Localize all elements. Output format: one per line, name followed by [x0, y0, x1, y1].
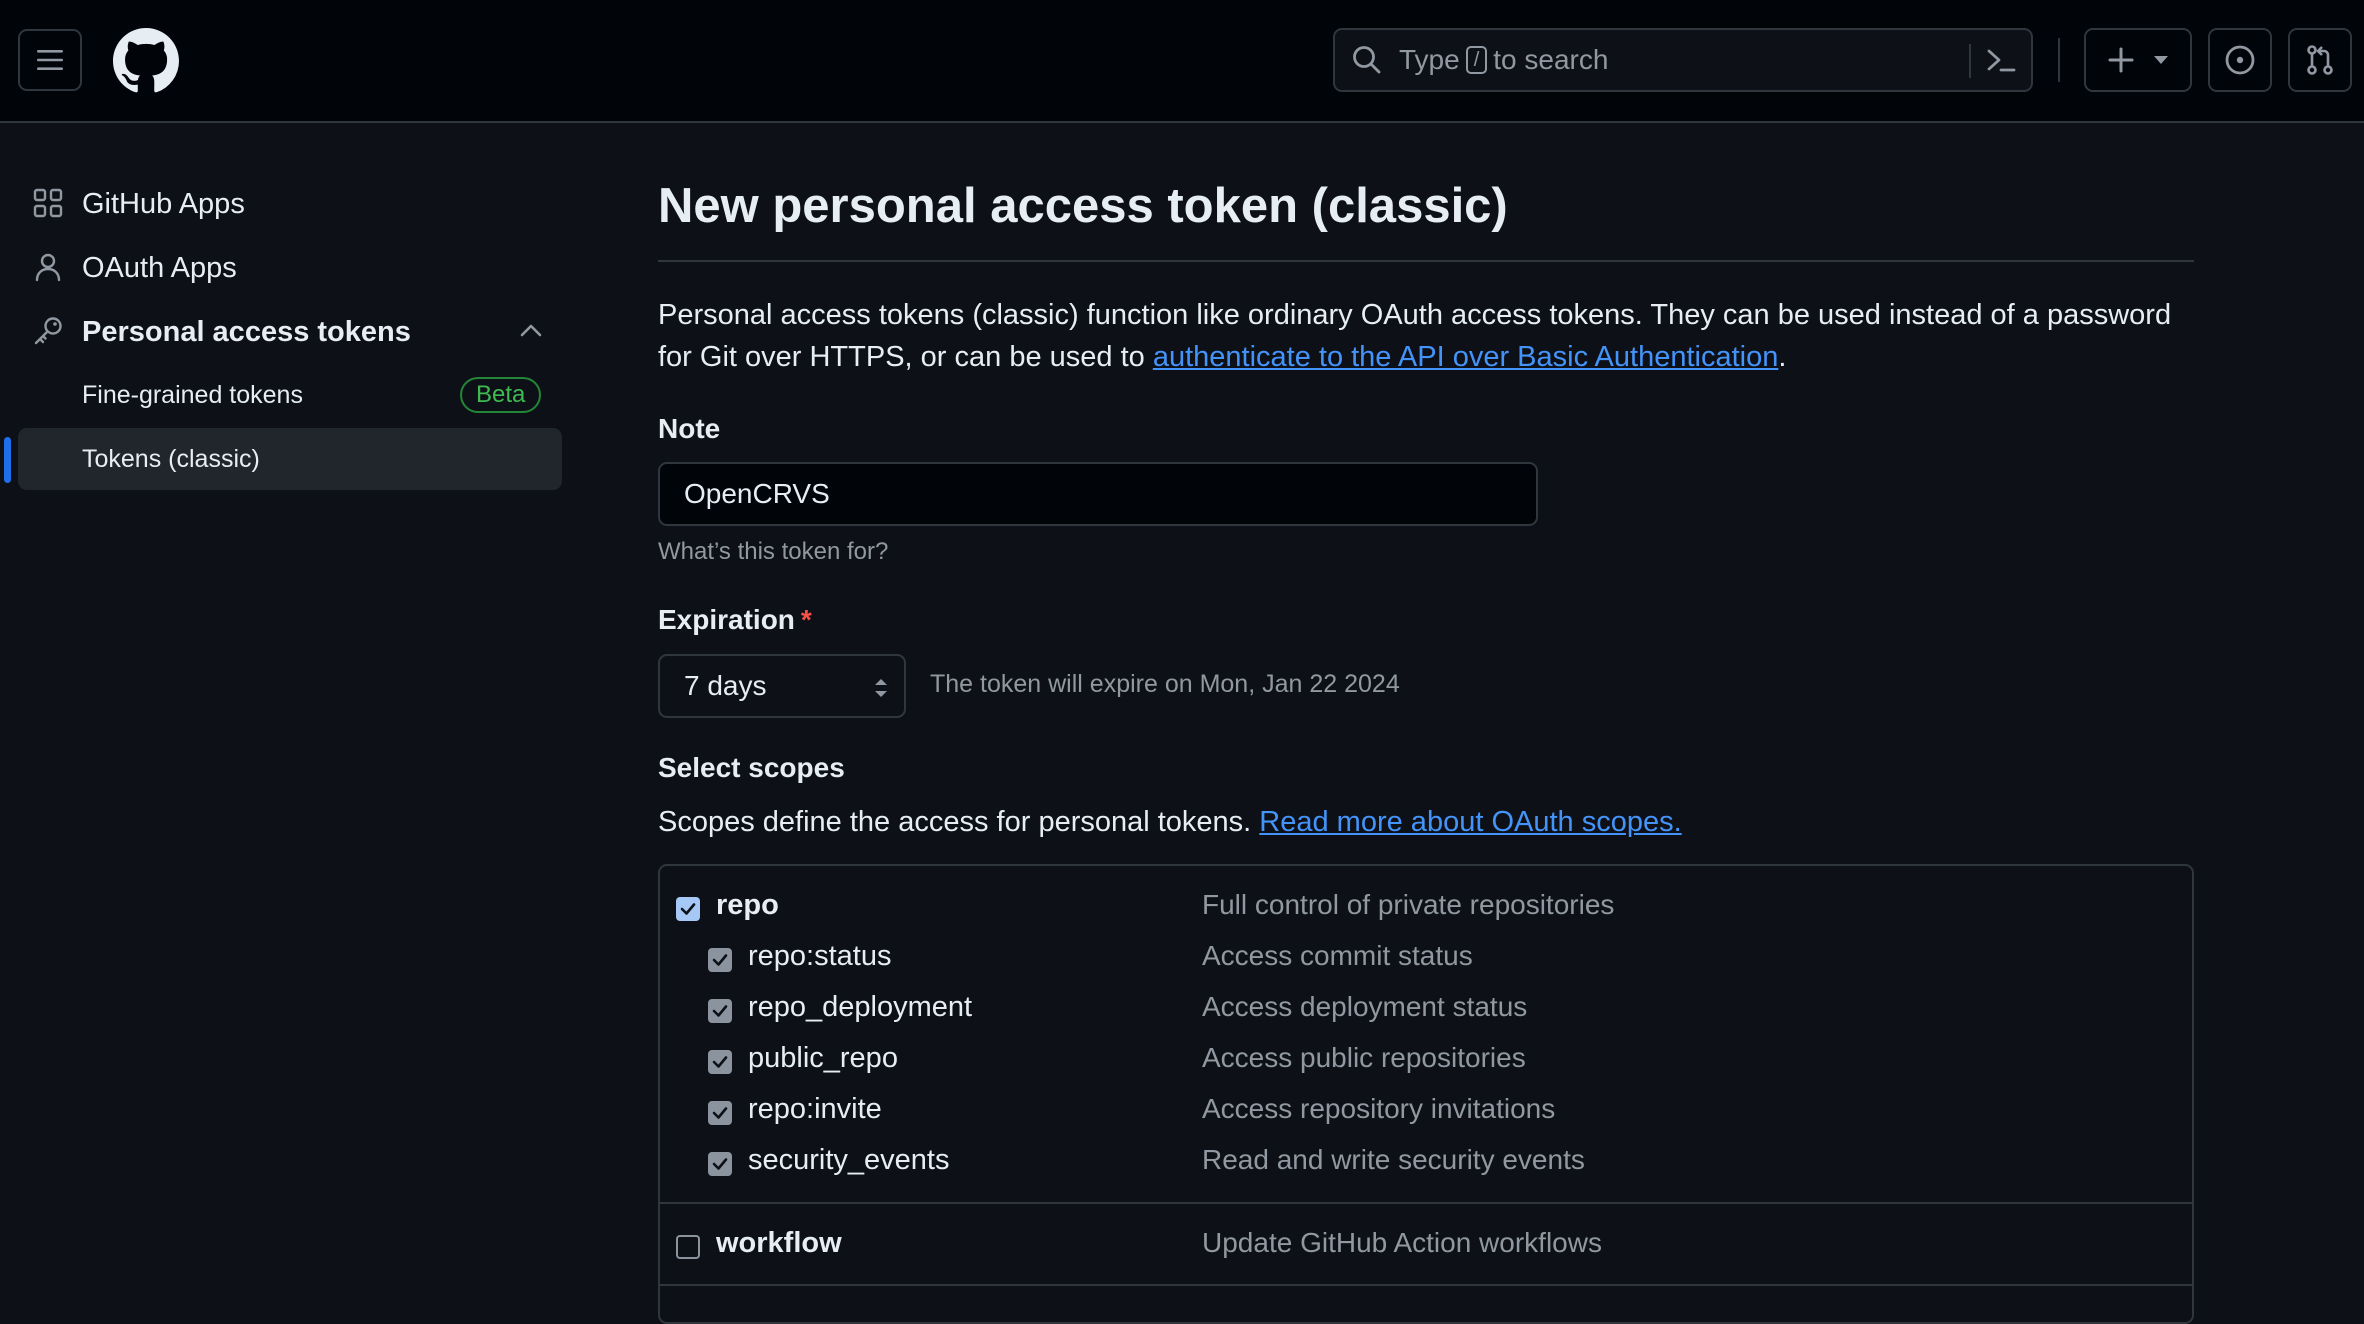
note-input[interactable] — [658, 462, 1538, 526]
check-icon — [712, 1005, 728, 1017]
issues-button[interactable] — [2208, 28, 2272, 92]
expiration-note: The token will expire on Mon, Jan 22 202… — [930, 670, 1400, 698]
sidebar-item-oauth-apps[interactable]: OAuth Apps — [18, 237, 562, 299]
sidebar-item-label: Personal access tokens — [82, 315, 411, 348]
search-input[interactable]: Type / to search — [1333, 28, 2033, 92]
intro-text: Personal access tokens (classic) functio… — [658, 299, 2172, 373]
scope-checkbox[interactable] — [708, 948, 732, 972]
scope-row-repo_deployment: repo_deployment Access deployment status — [660, 985, 2192, 1035]
check-icon — [680, 903, 696, 915]
sidebar-item-tokens-classic[interactable]: Tokens (classic) — [18, 428, 562, 490]
required-mark: * — [800, 604, 812, 635]
pull-requests-button[interactable] — [2288, 28, 2352, 92]
expiration-select[interactable]: 7 days — [658, 654, 906, 718]
pull-request-icon — [2307, 45, 2333, 75]
plus-icon — [2108, 47, 2134, 73]
scope-checkbox[interactable] — [708, 1101, 732, 1125]
top-header: Type / to search — [0, 0, 2364, 123]
command-palette-icon[interactable] — [1983, 42, 2019, 78]
check-icon — [712, 1158, 728, 1170]
beta-badge: Beta — [460, 377, 542, 413]
sidebar-item-label: OAuth Apps — [82, 251, 237, 284]
select-scopes-label: Select scopes — [658, 752, 845, 783]
scope-checkbox[interactable] — [708, 1152, 732, 1176]
check-icon — [712, 1107, 728, 1119]
github-logo-icon[interactable] — [113, 28, 179, 94]
scope-checkbox[interactable] — [676, 897, 700, 921]
expiration-selected-value: 7 days — [684, 670, 767, 701]
scope-row-security_events: security_events Read and write security e… — [660, 1138, 2192, 1188]
scope-name[interactable]: repo — [716, 889, 779, 922]
apps-icon — [33, 188, 63, 218]
sidebar-item-fine-grained-tokens[interactable]: Fine-grained tokens Beta — [18, 364, 562, 426]
scope-row-repo: repo Full control of private repositories — [660, 883, 2192, 933]
scope-name[interactable]: public_repo — [748, 1042, 898, 1075]
header-divider — [2058, 38, 2060, 82]
note-hint: What’s this token for? — [658, 538, 889, 565]
issue-opened-icon — [2225, 45, 2255, 75]
select-arrows-icon — [875, 679, 887, 697]
scope-row-workflow: workflow Update GitHub Action workflows — [660, 1221, 2192, 1271]
menu-button[interactable] — [18, 29, 82, 91]
scope-row-repo-invite: repo:invite Access repository invitations — [660, 1087, 2192, 1137]
scope-checkbox[interactable] — [676, 1235, 700, 1259]
scope-group-divider — [660, 1202, 2192, 1204]
scope-description: Read and write security events — [1202, 1144, 1585, 1175]
title-divider — [658, 260, 2194, 262]
create-new-button[interactable] — [2084, 28, 2192, 92]
scope-row-public_repo: public_repo Access public repositories — [660, 1036, 2192, 1086]
scope-name[interactable]: workflow — [716, 1227, 842, 1260]
scopes-description: Scopes define the access for personal to… — [658, 806, 1682, 838]
scope-description: Update GitHub Action workflows — [1202, 1227, 1602, 1258]
scope-checkbox[interactable] — [708, 1050, 732, 1074]
page-title: New personal access token (classic) — [658, 179, 1508, 233]
scope-name[interactable]: repo:status — [748, 940, 891, 973]
scope-name[interactable]: security_events — [748, 1144, 950, 1177]
sidebar-item-label: Tokens (classic) — [82, 445, 260, 473]
person-icon — [35, 253, 61, 282]
key-icon — [34, 317, 62, 345]
active-indicator — [4, 437, 11, 483]
search-divider — [1969, 44, 1971, 78]
sidebar-item-github-apps[interactable]: GitHub Apps — [18, 173, 562, 235]
scope-description: Access deployment status — [1202, 991, 1528, 1022]
caret-down-icon — [2154, 56, 2168, 64]
sidebar-item-label: Fine-grained tokens — [82, 381, 303, 409]
scopes-table: repo Full control of private repositories… — [658, 864, 2194, 1324]
scope-checkbox[interactable] — [708, 999, 732, 1023]
expiration-label: Expiration * — [658, 604, 812, 635]
hamburger-icon — [37, 50, 63, 70]
scope-description: Full control of private repositories — [1202, 889, 1615, 920]
oauth-scopes-link[interactable]: Read more about OAuth scopes. — [1259, 806, 1681, 838]
sidebar-item-personal-access-tokens[interactable]: Personal access tokens — [18, 301, 562, 363]
search-icon — [1353, 46, 1381, 74]
note-label: Note — [658, 413, 721, 444]
basic-auth-link[interactable]: authenticate to the API over Basic Authe… — [1153, 341, 1779, 373]
check-icon — [712, 954, 728, 966]
scope-name[interactable]: repo:invite — [748, 1093, 882, 1126]
check-icon — [712, 1056, 728, 1068]
scope-group-divider — [660, 1284, 2192, 1286]
search-placeholder: Type / to search — [1399, 44, 1609, 75]
chevron-up-icon[interactable] — [518, 318, 544, 344]
scope-description: Access public repositories — [1202, 1042, 1526, 1073]
sidebar-item-label: GitHub Apps — [82, 187, 245, 220]
scope-description: Access commit status — [1202, 940, 1473, 971]
scope-description: Access repository invitations — [1202, 1093, 1556, 1124]
scope-name[interactable]: repo_deployment — [748, 991, 972, 1024]
scope-row-repo-status: repo:status Access commit status — [660, 934, 2192, 984]
slash-key-hint: / — [1465, 46, 1488, 74]
